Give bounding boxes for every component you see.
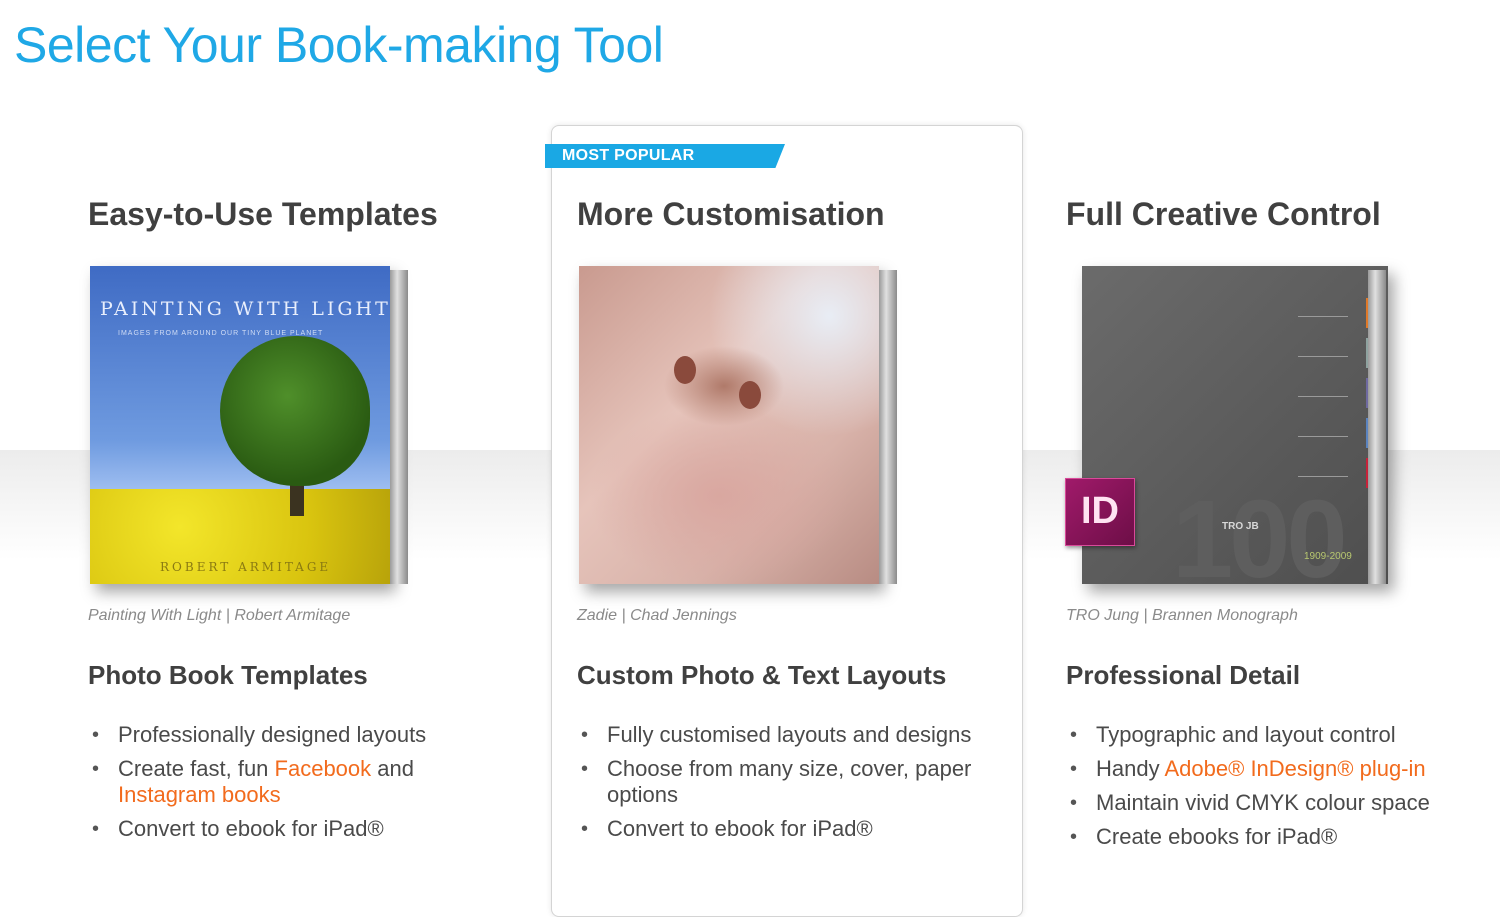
baby-photo — [579, 266, 879, 584]
book-image-zadie[interactable] — [577, 262, 977, 602]
book-cover — [579, 266, 879, 584]
book-spine — [1368, 270, 1386, 584]
column-templates: Easy-to-Use Templates PAINTING WITH LIGH… — [88, 0, 508, 900]
column-heading[interactable]: Full Creative Control — [1066, 196, 1381, 233]
cover-years: 1909-2009 — [1304, 551, 1352, 562]
feature-item: Choose from many size, cover, paper opti… — [581, 756, 997, 808]
feature-item: Professionally designed layouts — [92, 722, 508, 748]
nostril-left — [674, 356, 696, 384]
feature-item: Handy Adobe® InDesign® plug-in — [1070, 756, 1486, 782]
feature-item: Create fast, fun Facebook and Instagram … — [92, 756, 508, 808]
column-heading[interactable]: More Customisation — [577, 196, 885, 233]
tree-crown — [220, 336, 370, 486]
book-image-tro-jung[interactable]: 100 TRO JB 1909-2009 — [1066, 262, 1466, 602]
column-heading[interactable]: Easy-to-Use Templates — [88, 196, 438, 233]
feature-item: Convert to ebook for iPad® — [92, 816, 508, 842]
cover-subtitle: IMAGES FROM AROUND OUR TINY BLUE PLANET — [118, 330, 324, 337]
feature-item: Create ebooks for iPad® — [1070, 824, 1486, 850]
nostril-right — [739, 381, 761, 409]
column-creative-control: Full Creative Control 100 TRO JB 1909-20… — [1066, 0, 1486, 900]
book-caption: Zadie | Chad Jennings — [577, 607, 737, 624]
book-spine — [390, 270, 408, 584]
book-caption: TRO Jung | Brannen Monograph — [1066, 607, 1298, 624]
column-subheading: Custom Photo & Text Layouts — [577, 660, 947, 690]
indesign-icon: ID — [1065, 478, 1135, 546]
book-spine — [879, 270, 897, 584]
indesign-plugin-link[interactable]: Adobe® InDesign® plug-in — [1165, 756, 1426, 781]
feature-list: Typographic and layout control Handy Ado… — [1066, 722, 1486, 858]
column-subheading: Photo Book Templates — [88, 660, 368, 690]
book-image-painting-with-light[interactable]: PAINTING WITH LIGHT IMAGES FROM AROUND O… — [88, 262, 488, 602]
feature-item: Fully customised layouts and designs — [581, 722, 997, 748]
feature-item: Maintain vivid CMYK colour space — [1070, 790, 1486, 816]
feature-list: Professionally designed layouts Create f… — [88, 722, 508, 850]
book-caption: Painting With Light | Robert Armitage — [88, 607, 351, 624]
column-subheading: Professional Detail — [1066, 660, 1301, 690]
feature-item: Typographic and layout control — [1070, 722, 1486, 748]
cover-author: ROBERT ARMITAGE — [160, 560, 332, 574]
book-cover: PAINTING WITH LIGHT IMAGES FROM AROUND O… — [90, 266, 390, 584]
instagram-link[interactable]: Instagram books — [118, 782, 281, 807]
feature-item: Convert to ebook for iPad® — [581, 816, 997, 842]
cover-title: PAINTING WITH LIGHT — [100, 298, 390, 320]
column-customisation: More Customisation Zadie | Chad Jennings… — [577, 0, 997, 900]
facebook-link[interactable]: Facebook — [275, 756, 372, 781]
cover-mark: TRO JB — [1222, 521, 1259, 532]
feature-list: Fully customised layouts and designs Cho… — [577, 722, 997, 850]
